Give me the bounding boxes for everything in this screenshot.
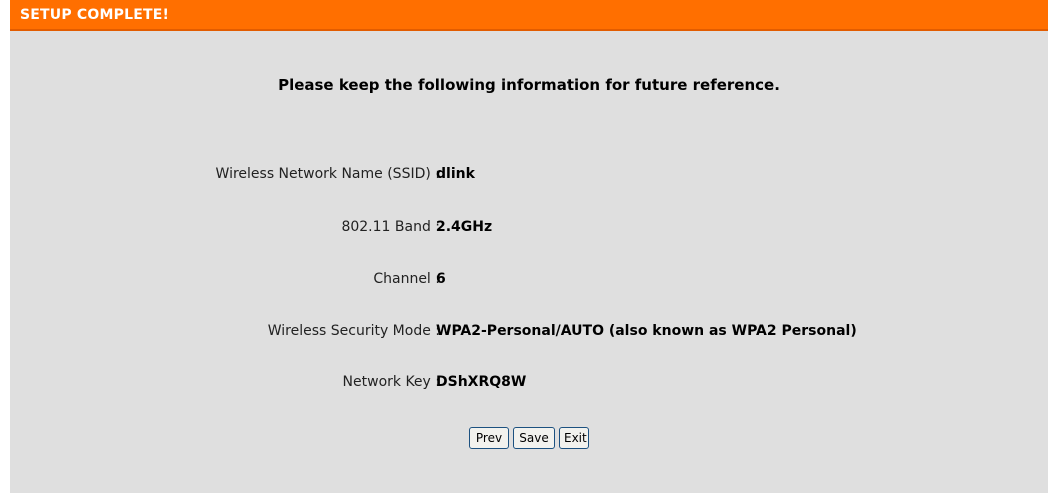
ssid-row: Wireless Network Name (SSID) : dlink: [10, 166, 1048, 188]
network-key-row: Network Key : DShXRQ8W: [10, 374, 1048, 396]
network-key-value: DShXRQ8W: [436, 374, 527, 390]
band-value: 2.4GHz: [436, 219, 493, 235]
network-key-label: Network Key :: [342, 374, 440, 390]
setup-complete-panel: SETUP COMPLETE! Please keep the followin…: [10, 0, 1048, 493]
channel-row: Channel : 6: [10, 271, 1048, 293]
save-button[interactable]: Save: [513, 427, 555, 449]
ssid-value: dlink: [436, 166, 475, 182]
band-label: 802.11 Band :: [341, 219, 440, 235]
security-mode-value: WPA2-Personal/AUTO (also known as WPA2 P…: [436, 323, 857, 339]
ssid-label: Wireless Network Name (SSID) :: [215, 166, 440, 182]
channel-value: 6: [436, 271, 446, 287]
channel-label: Channel :: [373, 271, 440, 287]
button-bar: Prev Save Exit: [10, 427, 1048, 449]
exit-button[interactable]: Exit: [559, 427, 589, 449]
security-mode-row: Wireless Security Mode : WPA2-Personal/A…: [10, 323, 1048, 345]
security-mode-label: Wireless Security Mode :: [267, 323, 440, 339]
panel-header: SETUP COMPLETE!: [10, 0, 1048, 31]
band-row: 802.11 Band : 2.4GHz: [10, 219, 1048, 241]
panel-title: SETUP COMPLETE!: [20, 7, 170, 23]
prev-button[interactable]: Prev: [469, 427, 509, 449]
reference-notice: Please keep the following information fo…: [278, 76, 780, 94]
